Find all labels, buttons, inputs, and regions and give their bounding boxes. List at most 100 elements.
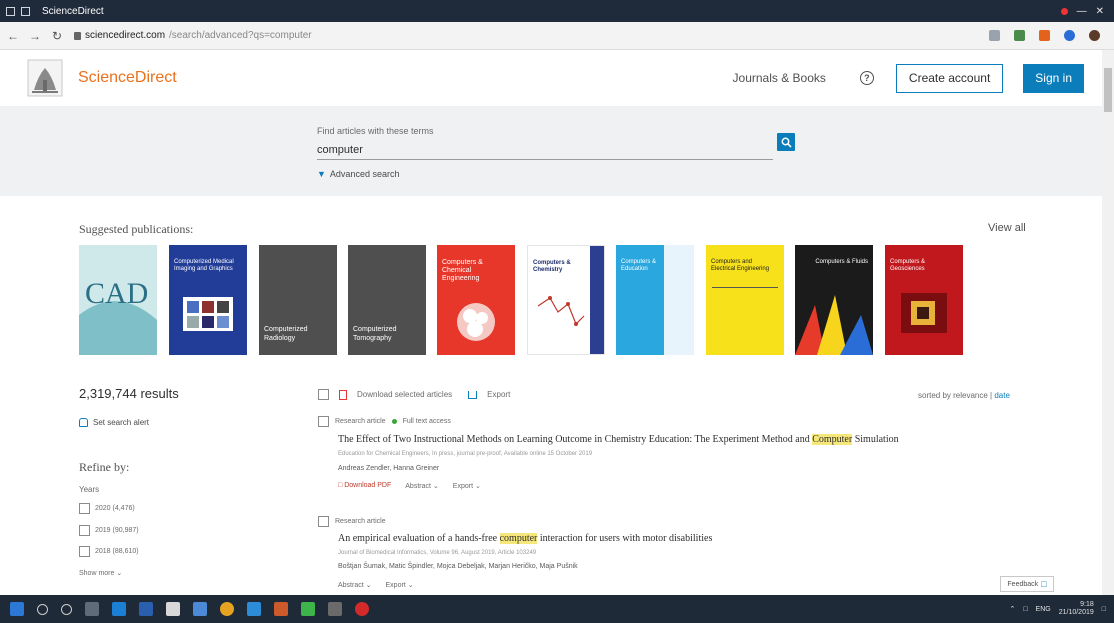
cover-comp-geosciences[interactable]: Computers & Geosciences <box>885 245 963 355</box>
advanced-search-link[interactable]: ▼ Advanced search <box>317 169 399 179</box>
profile-icon[interactable] <box>1089 30 1100 41</box>
cover-comp-radiology[interactable]: Computerized Radiology <box>259 245 337 355</box>
cover-comp-elec-eng[interactable]: Computers and Electrical Engineering <box>706 245 784 355</box>
result-checkbox[interactable] <box>318 516 329 527</box>
show-more-link[interactable]: Show more ⌄ <box>79 569 122 577</box>
brand-name[interactable]: ScienceDirect <box>78 69 177 87</box>
search-icon[interactable] <box>37 603 48 615</box>
clock[interactable]: 9:18 21/10/2019 <box>1059 601 1094 618</box>
journals-books-link[interactable]: Journals & Books <box>733 71 826 85</box>
sort-control: sorted by relevance | date <box>918 391 1010 400</box>
extension-icon[interactable] <box>1014 30 1025 41</box>
create-account-button[interactable]: Create account <box>895 63 1004 93</box>
cover-comp-education[interactable]: Computers & Education <box>616 245 694 355</box>
cover-comp-fluids[interactable]: Computers & Fluids <box>795 245 873 355</box>
word-icon[interactable] <box>247 602 261 616</box>
select-all-checkbox[interactable] <box>318 389 329 400</box>
article-type: Research article <box>335 518 386 525</box>
export-icon <box>468 390 478 399</box>
tab-icon <box>21 6 30 16</box>
language-indicator[interactable]: ENG <box>1036 606 1051 613</box>
window-titlebar: ScienceDirect — ✕ <box>0 0 1114 22</box>
cover-comp-tomography[interactable]: Computerized Tomography <box>348 245 426 355</box>
export-toggle[interactable]: Export ⌄ <box>386 581 414 589</box>
title-highlight: computer <box>499 533 538 544</box>
search-label: Find articles with these terms <box>317 126 434 136</box>
sort-date[interactable]: date <box>994 391 1010 400</box>
result-item: Research article Full text access The Ef… <box>318 416 899 490</box>
year-checkbox[interactable] <box>79 503 90 514</box>
app-icon[interactable] <box>274 602 288 616</box>
year-filter-2020[interactable]: 2020 (4,476) <box>79 503 135 514</box>
chevron-down-icon: ⌄ <box>407 582 414 589</box>
title-text: The Effect of Two Instructional Methods … <box>338 434 813 445</box>
start-icon[interactable] <box>10 602 24 616</box>
cover-comp-chemistry[interactable]: Computers & Chemistry <box>527 245 605 355</box>
app-icon[interactable] <box>328 602 342 616</box>
spotify-icon[interactable] <box>301 602 315 616</box>
scrollbar-thumb[interactable] <box>1104 68 1112 112</box>
sort-relevance[interactable]: sorted by relevance | <box>918 391 992 400</box>
download-selected-button[interactable]: Download selected articles <box>357 390 452 399</box>
edge-icon[interactable] <box>112 602 126 616</box>
result-source: Education for Chemical Engineers, In pre… <box>338 451 593 457</box>
cover-comp-chem-eng[interactable]: Computers & Chemical Engineering <box>437 245 515 355</box>
close-icon[interactable]: ✕ <box>1096 6 1104 17</box>
page-scrollbar[interactable] <box>1102 50 1114 595</box>
store-icon[interactable] <box>166 602 180 616</box>
chrome-icon[interactable] <box>220 602 234 616</box>
results-count: 2,319,744 results <box>79 386 179 401</box>
year-filter-2019[interactable]: 2019 (90,987) <box>79 525 139 536</box>
forward-icon[interactable]: → <box>26 27 44 45</box>
search-alert-link[interactable]: Set search alert <box>79 418 149 427</box>
search-button[interactable] <box>777 133 795 151</box>
result-checkbox[interactable] <box>318 416 329 427</box>
back-icon[interactable]: ← <box>4 27 22 45</box>
year-checkbox[interactable] <box>79 525 90 536</box>
result-meta: Research article Full text access <box>318 416 451 427</box>
help-icon[interactable]: ? <box>859 71 874 85</box>
result-meta: Research article <box>318 516 386 527</box>
notifications-icon[interactable]: □ <box>1102 606 1106 613</box>
reload-icon[interactable]: ↻ <box>48 27 66 45</box>
pdf-icon: □ <box>338 482 343 489</box>
download-pdf-button[interactable]: □ Download PDF <box>338 482 391 490</box>
cover-cmig[interactable]: Computerized Medical Imaging and Graphic… <box>169 245 247 355</box>
abstract-toggle[interactable]: Abstract ⌄ <box>338 581 372 589</box>
abstract-toggle[interactable]: Abstract ⌄ <box>405 482 439 490</box>
window-icon <box>6 6 15 16</box>
year-filter-2018[interactable]: 2018 (88,610) <box>79 546 139 557</box>
result-title[interactable]: An empirical evaluation of a hands-free … <box>338 533 712 544</box>
show-more-label: Show more <box>79 570 115 577</box>
minimize-icon[interactable]: — <box>1077 6 1087 17</box>
feedback-label: Feedback <box>1007 580 1039 588</box>
result-title[interactable]: The Effect of Two Instructional Methods … <box>338 434 899 445</box>
result-item: Research article An empirical evaluation… <box>318 516 712 589</box>
search-input[interactable] <box>317 140 773 160</box>
year-label: 2020 (4,476) <box>95 505 135 512</box>
bell-icon <box>79 418 88 427</box>
sign-in-button[interactable]: Sign in <box>1023 63 1084 93</box>
extension-icon[interactable] <box>1039 30 1050 41</box>
cover-comp-tomography-title: Computerized Tomography <box>353 326 397 342</box>
year-checkbox[interactable] <box>79 546 90 557</box>
extension-icon[interactable] <box>1064 30 1075 41</box>
cover-cad[interactable]: CAD <box>79 245 157 355</box>
lock-icon <box>74 31 81 40</box>
star-icon[interactable] <box>989 30 1000 41</box>
result-authors: Boštjan Šumak, Matic Špindler, Mojca Deb… <box>338 563 578 570</box>
export-toggle[interactable]: Export ⌄ <box>453 482 481 490</box>
task-view-icon[interactable] <box>85 602 99 616</box>
mail-icon[interactable] <box>193 602 207 616</box>
recorder-icon[interactable] <box>355 602 369 616</box>
view-all-link[interactable]: View all <box>988 222 1026 234</box>
elsevier-logo[interactable] <box>24 57 66 99</box>
url-field[interactable]: sciencedirect.com/search/advanced?qs=com… <box>74 30 312 41</box>
network-icon[interactable]: ⌃ <box>1009 605 1015 613</box>
volume-icon[interactable]: □ <box>1023 606 1027 613</box>
feedback-button[interactable]: Feedback □ <box>1000 576 1054 592</box>
cortana-icon[interactable] <box>61 603 72 615</box>
export-button[interactable]: Export <box>487 390 510 399</box>
refine-by-title: Refine by: <box>79 460 130 474</box>
app-icon[interactable] <box>139 602 153 616</box>
